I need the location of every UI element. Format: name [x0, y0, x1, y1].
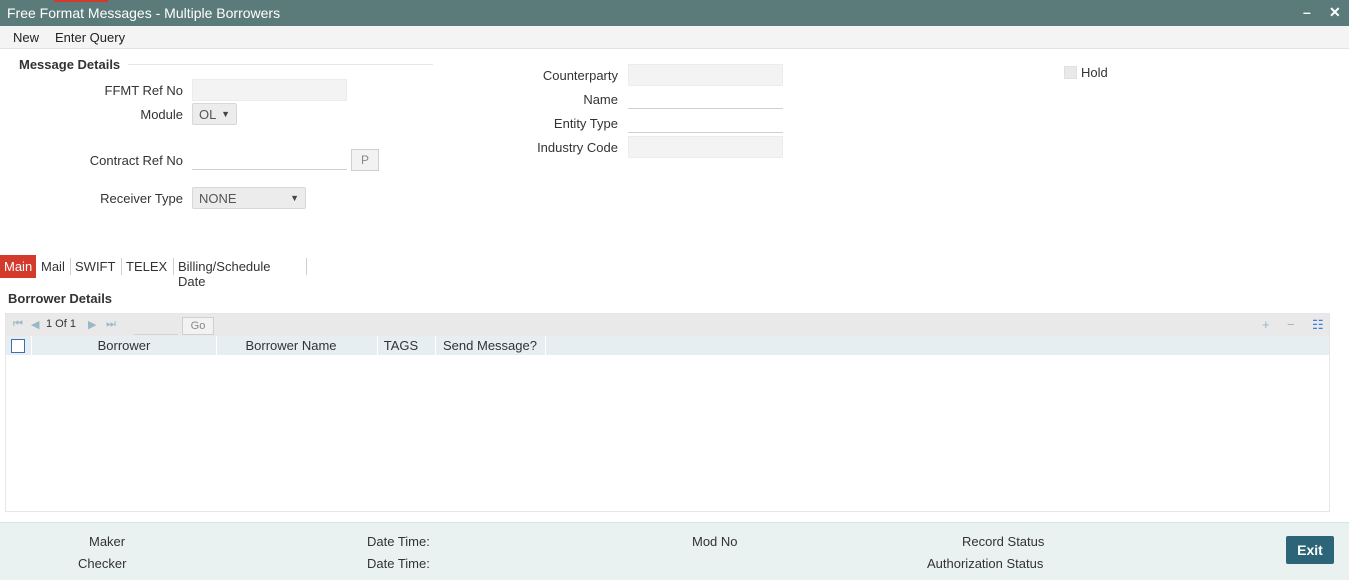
message-details-heading: Message Details: [19, 57, 121, 72]
minimize-icon[interactable]: –: [1303, 4, 1311, 20]
title-bar: Free Format Messages - Multiple Borrower…: [0, 0, 1349, 26]
go-button[interactable]: Go: [182, 317, 214, 335]
module-value: OL: [199, 107, 217, 122]
hold-label: Hold: [1081, 65, 1108, 80]
tab-divider: [173, 258, 174, 275]
contract-ref-no-field[interactable]: [192, 148, 347, 170]
close-icon[interactable]: ✕: [1329, 4, 1341, 21]
tab-main[interactable]: Main: [0, 255, 36, 278]
entity-type-field[interactable]: [628, 111, 783, 133]
module-select[interactable]: OL ▼: [192, 103, 237, 125]
add-row-icon[interactable]: +: [1262, 317, 1270, 332]
column-header-borrower[interactable]: Borrower: [32, 336, 216, 355]
industry-code-field[interactable]: [628, 136, 783, 158]
module-label: Module: [140, 107, 183, 122]
ffmt-ref-no-label: FFMT Ref No: [104, 83, 184, 98]
chevron-down-icon: ▼: [290, 193, 299, 203]
pager-text: 1 Of 1: [46, 318, 76, 330]
new-menu-item[interactable]: New: [13, 30, 39, 45]
ffmt-ref-no-field[interactable]: [192, 79, 347, 101]
receiver-type-label: Receiver Type: [100, 191, 183, 206]
checker-label: Checker: [78, 556, 127, 571]
tab-mail[interactable]: Mail: [41, 255, 65, 278]
chevron-down-icon: ▼: [221, 109, 230, 119]
borrower-grid: ⏮ ◀ 1 Of 1 ▶ ⏭ Go + − ☷ Borrower Borrowe…: [5, 313, 1330, 512]
authorization-status-label: Authorization Status: [927, 556, 1044, 571]
p-lookup-button[interactable]: P: [351, 149, 379, 171]
first-page-icon[interactable]: ⏮: [13, 318, 23, 331]
counterparty-label: Counterparty: [542, 68, 618, 83]
exit-button[interactable]: Exit: [1286, 536, 1334, 564]
section-divider: [128, 64, 433, 65]
maker-label: Maker: [89, 534, 126, 549]
select-all-checkbox[interactable]: [11, 339, 25, 353]
record-status-label: Record Status: [962, 534, 1045, 549]
name-field[interactable]: [628, 87, 783, 109]
grid-toolbar: ⏮ ◀ 1 Of 1 ▶ ⏭ Go + − ☷: [6, 314, 1329, 336]
contract-ref-no-label: Contract Ref No: [89, 153, 183, 168]
tab-divider: [70, 258, 71, 275]
title-accent: [54, 0, 108, 2]
column-divider: [545, 336, 546, 355]
enter-query-menu-item[interactable]: Enter Query: [55, 30, 125, 45]
industry-code-label: Industry Code: [537, 140, 618, 155]
list-view-icon[interactable]: ☷: [1312, 317, 1324, 333]
tab-telex[interactable]: TELEX: [126, 255, 167, 278]
counterparty-field[interactable]: [628, 64, 783, 86]
tab-billing-schedule-date[interactable]: Billing/Schedule Date: [178, 255, 271, 289]
window-title: Free Format Messages - Multiple Borrower…: [7, 5, 281, 21]
borrower-details-heading: Borrower Details: [8, 291, 113, 306]
grid-header-row: Borrower Borrower Name TAGS Send Message…: [6, 336, 1329, 355]
tab-divider: [121, 258, 122, 275]
tab-divider: [306, 258, 307, 275]
next-page-icon[interactable]: ▶: [88, 318, 96, 331]
previous-page-icon[interactable]: ◀: [31, 318, 39, 331]
entity-type-label: Entity Type: [553, 116, 618, 131]
name-label: Name: [583, 92, 618, 107]
menu-bar: New Enter Query: [0, 26, 1349, 49]
column-header-borrower-name[interactable]: Borrower Name: [217, 336, 365, 355]
page-number-input[interactable]: [134, 317, 178, 335]
receiver-type-select[interactable]: NONE ▼: [192, 187, 306, 209]
tab-swift[interactable]: SWIFT: [75, 255, 115, 278]
column-header-send-message[interactable]: Send Message?: [436, 336, 544, 355]
hold-checkbox[interactable]: [1064, 66, 1077, 79]
maker-date-time-label: Date Time:: [367, 534, 430, 549]
delete-row-icon[interactable]: −: [1287, 317, 1295, 332]
checker-date-time-label: Date Time:: [367, 556, 430, 571]
mod-no-label: Mod No: [692, 534, 738, 549]
audit-footer: Maker Checker Date Time: Date Time: Mod …: [0, 522, 1349, 580]
column-header-tags[interactable]: TAGS: [378, 336, 424, 355]
receiver-type-value: NONE: [199, 191, 237, 206]
last-page-icon[interactable]: ⏭: [106, 318, 116, 331]
